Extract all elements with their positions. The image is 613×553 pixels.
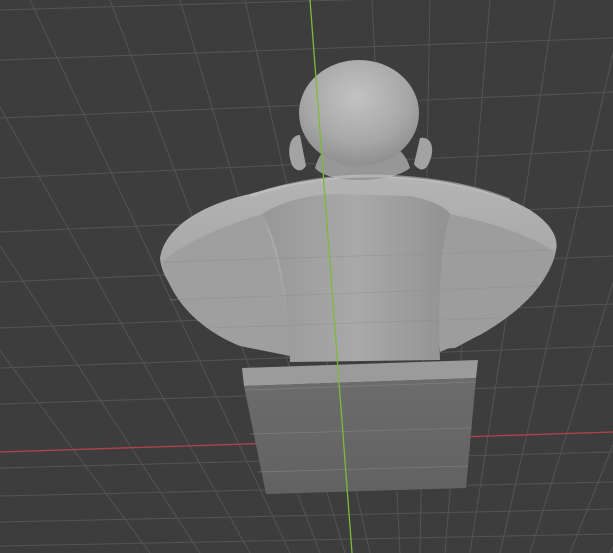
3d-viewport[interactable]: [0, 0, 613, 553]
viewport-canvas[interactable]: [0, 0, 613, 553]
pedestal-front: [244, 378, 476, 494]
bust-torso: [262, 194, 450, 362]
bust-pedestal[interactable]: [242, 360, 478, 494]
bust-head: [299, 60, 419, 166]
